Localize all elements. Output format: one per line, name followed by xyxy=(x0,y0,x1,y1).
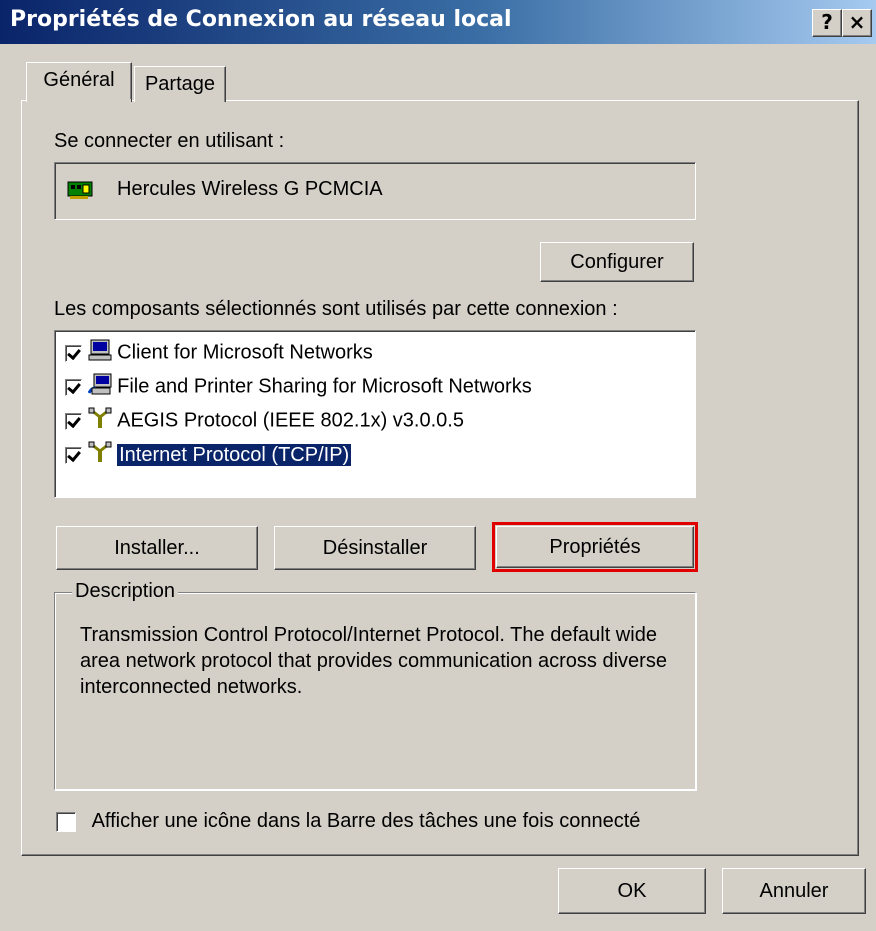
install-button[interactable]: Installer... xyxy=(56,526,258,570)
active-tab-joint xyxy=(27,99,131,102)
component-checkbox[interactable] xyxy=(65,412,82,430)
ok-button-label: OK xyxy=(617,880,647,902)
configure-button-label: Configurer xyxy=(570,251,664,273)
adapter-name: Hercules Wireless G PCMCIA xyxy=(117,178,383,200)
taskbar-icon-checkbox[interactable] xyxy=(56,811,76,832)
network-client-icon xyxy=(88,339,112,367)
cancel-button-label: Annuler xyxy=(759,880,829,902)
window-title: Propriétés de Connexion au réseau local xyxy=(10,7,512,32)
list-item-selected[interactable]: Internet Protocol (TCP/IP) xyxy=(65,441,353,473)
help-button[interactable]: ? xyxy=(812,9,842,37)
tab-general[interactable]: Général xyxy=(26,62,132,102)
file-printer-sharing-icon xyxy=(87,373,112,401)
description-text: Transmission Control Protocol/Internet P… xyxy=(80,624,667,698)
uninstall-button-label: Désinstaller xyxy=(322,537,428,559)
tab-label: Général xyxy=(43,69,115,91)
uninstall-button[interactable]: Désinstaller xyxy=(274,526,476,570)
tab-partage[interactable]: Partage xyxy=(134,66,226,102)
close-icon: × xyxy=(848,10,866,34)
component-label: Client for Microsoft Networks xyxy=(117,341,373,364)
component-label: Internet Protocol (TCP/IP) xyxy=(116,442,353,467)
component-checkbox[interactable] xyxy=(65,344,82,362)
list-item[interactable]: AEGIS Protocol (IEEE 802.1x) v3.0.0.5 xyxy=(65,407,464,439)
properties-button-label: Propriétés xyxy=(549,536,641,558)
cancel-button[interactable]: Annuler xyxy=(722,868,866,914)
connect-using-label: Se connecter en utilisant : xyxy=(54,130,285,152)
component-checkbox[interactable] xyxy=(65,446,82,464)
component-checkbox[interactable] xyxy=(65,378,82,396)
description-legend: Description xyxy=(72,580,179,603)
protocol-icon xyxy=(88,441,112,469)
components-list[interactable]: Client for Microsoft Networks File and P… xyxy=(54,330,696,498)
network-adapter-icon xyxy=(67,179,93,207)
component-label: File and Printer Sharing for Microsoft N… xyxy=(117,375,532,398)
components-label: Les composants sélectionnés sont utilisé… xyxy=(54,298,618,320)
close-button[interactable]: × xyxy=(842,9,872,37)
properties-button[interactable]: Propriétés xyxy=(496,526,694,568)
taskbar-icon-option[interactable]: Afficher une icône dans la Barre des tâc… xyxy=(56,810,640,833)
component-label: AEGIS Protocol (IEEE 802.1x) v3.0.0.5 xyxy=(117,409,464,432)
taskbar-icon-label: Afficher une icône dans la Barre des tâc… xyxy=(91,810,641,833)
ok-button[interactable]: OK xyxy=(558,868,706,914)
protocol-icon xyxy=(88,407,112,435)
configure-button[interactable]: Configurer xyxy=(540,242,694,282)
install-button-label: Installer... xyxy=(114,537,200,559)
list-item[interactable]: File and Printer Sharing for Microsoft N… xyxy=(65,373,532,405)
adapter-field: Hercules Wireless G PCMCIA xyxy=(54,162,696,220)
tab-label: Partage xyxy=(144,73,216,95)
list-item[interactable]: Client for Microsoft Networks xyxy=(65,339,373,371)
